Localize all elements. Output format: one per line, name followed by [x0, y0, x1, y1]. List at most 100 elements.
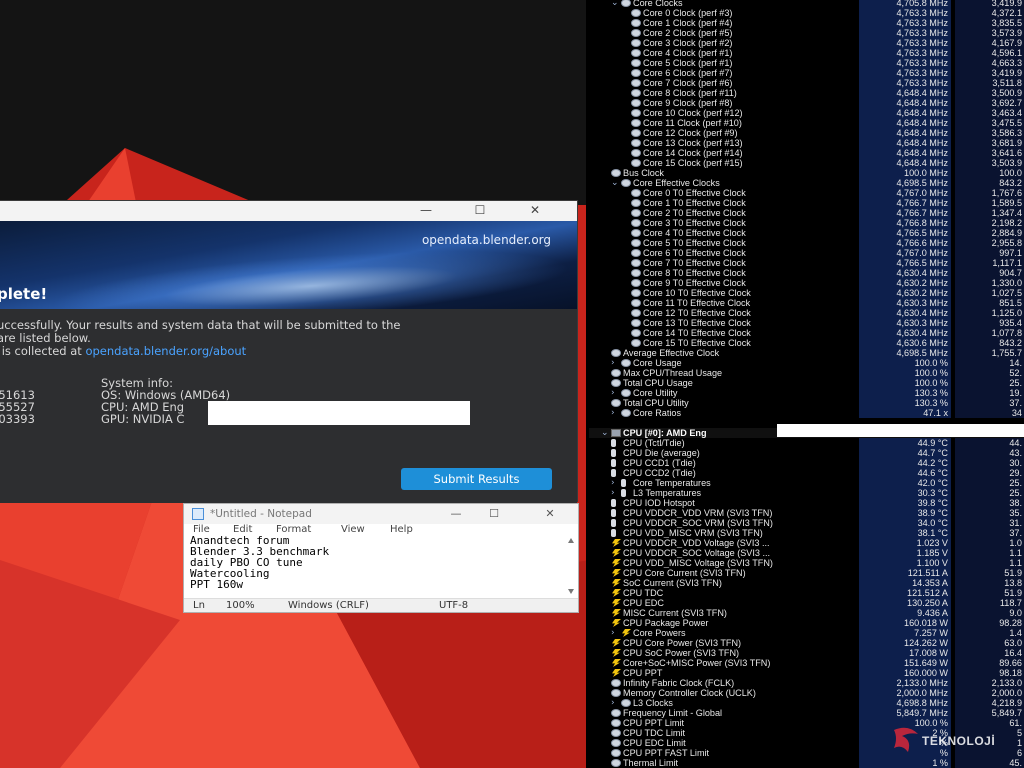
sensor-row[interactable]: CPU SoC Power (SVI3 TFN) 17.008 W 16.4 [589, 648, 1024, 658]
sensor-row[interactable]: Core 13 Clock (perf #13) 4,648.4 MHz 3,681… [589, 138, 1024, 148]
chevron-right-icon[interactable]: › [611, 698, 615, 708]
sensor-row[interactable]: CPU VDDCR_SOC Voltage (SVI3 ... 1.185 V 1.… [589, 548, 1024, 558]
opendata-about-link[interactable]: opendata.blender.org/about [85, 344, 246, 358]
sensor-label: CPU CCD1 (Tdie) [623, 458, 696, 468]
sensor-row[interactable]: Core 9 T0 Effective Clock 4,630.2 MHz 1,33… [589, 278, 1024, 288]
sensor-row[interactable]: CPU Die (average) 44.7 °C 43. [589, 448, 1024, 458]
sensor-row[interactable]: Core 5 T0 Effective Clock 4,766.6 MHz 2,95… [589, 238, 1024, 248]
sensor-row[interactable]: › Core Temperatures 42.0 °C 25. [589, 478, 1024, 488]
sensor-row[interactable]: Core 12 Clock (perf #9) 4,648.4 MHz 3,586.… [589, 128, 1024, 138]
sensor-row[interactable]: Thermal Limit 1 % 45. [589, 758, 1024, 768]
maximize-icon[interactable]: ☐ [470, 203, 490, 217]
sensor-row[interactable]: Total CPU Usage 100.0 % 25. [589, 378, 1024, 388]
close-icon[interactable]: ✕ [525, 203, 545, 217]
chevron-down-icon[interactable]: ⌄ [601, 428, 609, 438]
notepad-scrollbar[interactable] [566, 537, 576, 595]
close-icon[interactable]: ✕ [540, 507, 560, 520]
sensor-row[interactable]: CPU (Tctl/Tdie) 44.9 °C 44. [589, 438, 1024, 448]
sensor-row[interactable]: Core 9 Clock (perf #8) 4,648.4 MHz 3,692.7 [589, 98, 1024, 108]
sensor-row[interactable]: Core 10 T0 Effective Clock 4,630.2 MHz 1,0… [589, 288, 1024, 298]
sensor-row[interactable]: Core 2 Clock (perf #5) 4,763.3 MHz 3,573.9 [589, 28, 1024, 38]
sensor-row[interactable]: Max CPU/Thread Usage 100.0 % 52. [589, 368, 1024, 378]
sensor-row[interactable]: Core 10 Clock (perf #12) 4,648.4 MHz 3,463… [589, 108, 1024, 118]
sensor-row[interactable]: CPU Core Current (SVI3 TFN) 121.511 A 51.9 [589, 568, 1024, 578]
sensor-row[interactable]: Core 13 T0 Effective Clock 4,630.3 MHz 935… [589, 318, 1024, 328]
sensor-row[interactable]: CPU VDDCR_SOC VRM (SVI3 TFN) 34.0 °C 31. [589, 518, 1024, 528]
submit-results-button[interactable]: Submit Results [401, 468, 552, 490]
sensor-row[interactable]: Core 14 Clock (perf #14) 4,648.4 MHz 3,641… [589, 148, 1024, 158]
sensor-row[interactable]: CPU CCD2 (Tdie) 44.6 °C 29. [589, 468, 1024, 478]
sensor-row[interactable]: Core 4 T0 Effective Clock 4,766.5 MHz 2,88… [589, 228, 1024, 238]
lightning-icon [612, 649, 621, 657]
sensor-row[interactable]: CPU TDC 121.512 A 51.9 [589, 588, 1024, 598]
sensor-row[interactable]: Core 0 Clock (perf #3) 4,763.3 MHz 4,372.1 [589, 8, 1024, 18]
chevron-right-icon[interactable]: › [611, 388, 615, 398]
sensor-row[interactable]: Core 1 T0 Effective Clock 4,766.7 MHz 1,58… [589, 198, 1024, 208]
sensor-row[interactable]: Core 7 Clock (perf #6) 4,763.3 MHz 3,511.8 [589, 78, 1024, 88]
sensor-row[interactable]: Core 12 T0 Effective Clock 4,630.4 MHz 1,1… [589, 308, 1024, 318]
sensor-row[interactable]: Core 4 Clock (perf #1) 4,763.3 MHz 4,596.1 [589, 48, 1024, 58]
sensor-row[interactable]: Infinity Fabric Clock (FCLK) 2,133.0 MHz 2… [589, 678, 1024, 688]
sensor-label: Core 10 T0 Effective Clock [643, 288, 751, 298]
sensor-row[interactable]: MISC Current (SVI3 TFN) 9.436 A 9.0 [589, 608, 1024, 618]
sensor-row[interactable]: Core+SoC+MISC Power (SVI3 TFN) 151.649 W 8… [589, 658, 1024, 668]
sensor-row[interactable]: Core 11 T0 Effective Clock 4,630.3 MHz 851… [589, 298, 1024, 308]
chevron-right-icon[interactable]: › [611, 628, 615, 638]
sensor-row[interactable]: CPU Core Power (SVI3 TFN) 124.262 W 63.0 [589, 638, 1024, 648]
chevron-right-icon[interactable]: › [611, 408, 615, 418]
sensor-row[interactable]: Memory Controller Clock (UCLK) 2,000.0 MH… [589, 688, 1024, 698]
sensor-min-value: 34 [955, 408, 1024, 418]
chevron-right-icon[interactable]: › [611, 478, 615, 488]
sensor-row[interactable]: › Core Utility 130.3 % 19. [589, 388, 1024, 398]
chevron-down-icon[interactable]: ⌄ [611, 178, 619, 188]
sensor-row[interactable]: CPU IOD Hotspot 39.8 °C 38. [589, 498, 1024, 508]
sensor-row[interactable]: CPU PPT 160.000 W 98.18 [589, 668, 1024, 678]
minimize-icon[interactable]: — [416, 203, 436, 217]
menu-view[interactable]: View [341, 524, 365, 535]
notepad-text-area[interactable]: Anandtech forum Blender 3.3 benchmark da… [190, 535, 329, 590]
sensor-row[interactable]: CPU CCD1 (Tdie) 44.2 °C 30. [589, 458, 1024, 468]
sensor-row[interactable]: ⌄ Core Clocks 4,705.8 MHz 3,419.9 [589, 0, 1024, 8]
sensor-row[interactable]: › Core Ratios 47.1 x 34 [589, 408, 1024, 418]
sensor-label: Core 3 T0 Effective Clock [643, 218, 746, 228]
sensor-row[interactable]: Core 6 T0 Effective Clock 4,767.0 MHz 997.… [589, 248, 1024, 258]
sensor-min-value: 25. [955, 488, 1024, 498]
sensor-row[interactable]: Total CPU Utility 130.3 % 37. [589, 398, 1024, 408]
sensor-row[interactable]: Core 15 Clock (perf #15) 4,648.4 MHz 3,503… [589, 158, 1024, 168]
sensor-row[interactable]: Core 3 T0 Effective Clock 4,766.8 MHz 2,19… [589, 218, 1024, 228]
sensor-row[interactable]: › Core Powers 7.257 W 1.4 [589, 628, 1024, 638]
maximize-icon[interactable]: ☐ [484, 507, 504, 520]
sensor-row[interactable]: › Core Usage 100.0 % 14. [589, 358, 1024, 368]
sensor-row[interactable]: Frequency Limit - Global 5,849.7 MHz 5,849… [589, 708, 1024, 718]
sensor-row[interactable]: SoC Current (SVI3 TFN) 14.353 A 13.8 [589, 578, 1024, 588]
sensor-row[interactable]: Core 15 T0 Effective Clock 4,630.6 MHz 843… [589, 338, 1024, 348]
sensor-row[interactable]: Core 11 Clock (perf #10) 4,648.4 MHz 3,475… [589, 118, 1024, 128]
sensor-row[interactable]: ⌄ Core Effective Clocks 4,698.5 MHz 843.2 [589, 178, 1024, 188]
menu-help[interactable]: Help [390, 524, 413, 535]
sensor-row[interactable]: Core 8 T0 Effective Clock 4,630.4 MHz 904.… [589, 268, 1024, 278]
sensor-current-value: 4,630.4 MHz [859, 268, 951, 278]
sensor-row[interactable]: › L3 Clocks 4,698.8 MHz 4,218.9 [589, 698, 1024, 708]
sensor-row[interactable]: Core 1 Clock (perf #4) 4,763.3 MHz 3,835.5 [589, 18, 1024, 28]
minimize-icon[interactable]: — [446, 507, 466, 520]
sensor-row[interactable]: Average Effective Clock 4,698.5 MHz 1,755.… [589, 348, 1024, 358]
sensor-row[interactable]: Core 6 Clock (perf #7) 4,763.3 MHz 3,419.9 [589, 68, 1024, 78]
chevron-right-icon[interactable]: › [611, 488, 615, 498]
sensor-row[interactable]: CPU VDD_MISC Voltage (SVI3 TFN) 1.100 V 1.… [589, 558, 1024, 568]
sensor-row[interactable]: Core 5 Clock (perf #1) 4,763.3 MHz 4,663.3 [589, 58, 1024, 68]
sensor-row[interactable]: Bus Clock 100.0 MHz 100.0 [589, 168, 1024, 178]
chevron-right-icon[interactable]: › [611, 358, 615, 368]
chevron-down-icon[interactable]: ⌄ [611, 0, 619, 8]
sensor-row[interactable]: CPU VDDCR_VDD Voltage (SVI3 ... 1.023 V 1.… [589, 538, 1024, 548]
sensor-row[interactable]: › L3 Temperatures 30.3 °C 25. [589, 488, 1024, 498]
sensor-row[interactable]: CPU VDD_MISC VRM (SVI3 TFN) 38.1 °C 37. [589, 528, 1024, 538]
sensor-row[interactable]: CPU EDC 130.250 A 118.7 [589, 598, 1024, 608]
sensor-row[interactable]: Core 3 Clock (perf #2) 4,763.3 MHz 4,167.9 [589, 38, 1024, 48]
sensor-row[interactable]: Core 7 T0 Effective Clock 4,766.5 MHz 1,11… [589, 258, 1024, 268]
sensor-row[interactable]: Core 14 T0 Effective Clock 4,630.4 MHz 1,0… [589, 328, 1024, 338]
sensor-row[interactable]: Core 2 T0 Effective Clock 4,766.7 MHz 1,34… [589, 208, 1024, 218]
sensor-row[interactable]: CPU Package Power 160.018 W 98.28 [589, 618, 1024, 628]
sensor-row[interactable]: Core 0 T0 Effective Clock 4,767.0 MHz 1,76… [589, 188, 1024, 198]
sensor-row[interactable]: Core 8 Clock (perf #11) 4,648.4 MHz 3,500.… [589, 88, 1024, 98]
sensor-row[interactable]: CPU VDDCR_VDD VRM (SVI3 TFN) 38.9 °C 35. [589, 508, 1024, 518]
